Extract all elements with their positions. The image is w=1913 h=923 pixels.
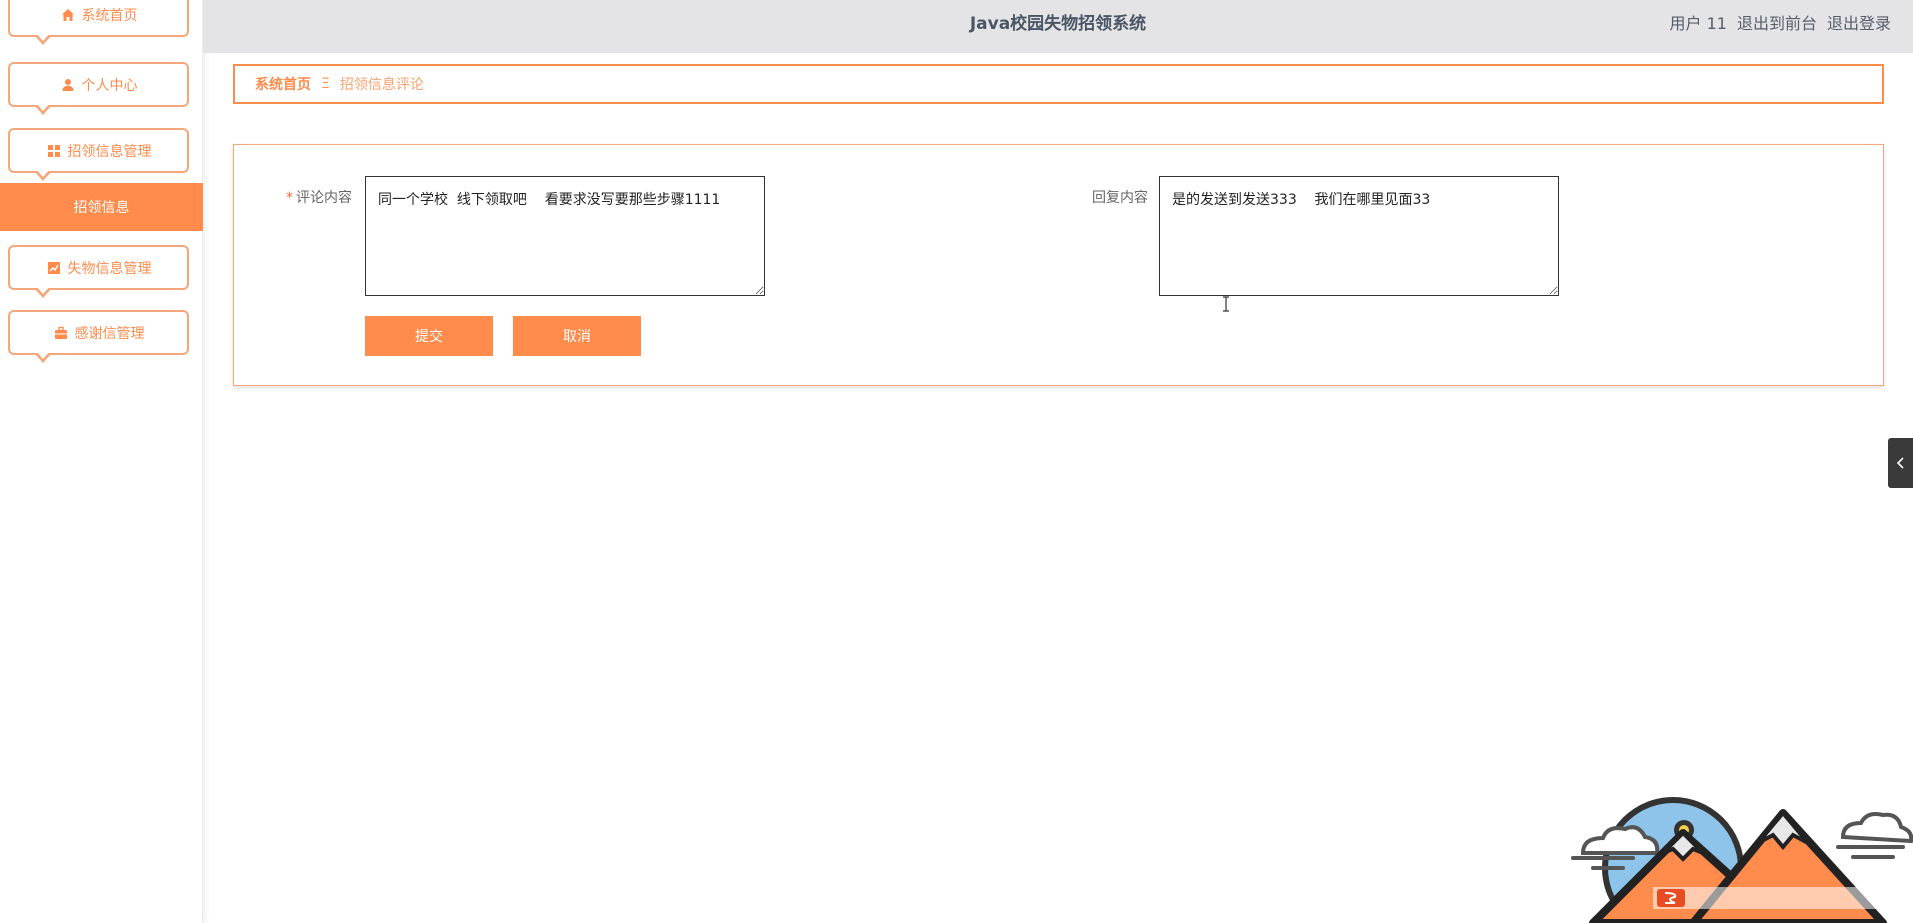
submit-button[interactable]: 提交: [365, 316, 493, 356]
chevron-left-icon: [1896, 454, 1906, 473]
reply-textarea[interactable]: 是的发送到发送333 我们在哪里见面33: [1159, 176, 1559, 296]
sidebar-item-lost-manage[interactable]: 失物信息管理: [8, 245, 189, 298]
callout-tail: [34, 103, 52, 115]
breadcrumb-separator: Ξ: [321, 76, 330, 92]
comment-label: * 评论内容: [286, 190, 352, 206]
mountain-illustration: [1571, 797, 1913, 923]
reply-label: 回复内容: [1092, 190, 1148, 206]
exit-to-front-link[interactable]: 退出到前台: [1737, 0, 1817, 48]
callout-tail: [34, 351, 52, 363]
chart-icon: [46, 260, 62, 276]
header-user-area: 用户 11 退出到前台 退出登录: [1670, 0, 1891, 48]
breadcrumb-current: 招领信息评论: [339, 77, 424, 93]
top-header: Java校园失物招领系统 用户 11 退出到前台 退出登录: [203, 0, 1913, 53]
callout-tail: [34, 286, 52, 298]
sidebar: 系统首页 个人中心 招领信息管理 招领信息 失物信息管理 感谢信管理: [0, 0, 203, 923]
collapse-tab[interactable]: [1888, 438, 1913, 488]
required-mark: *: [286, 190, 293, 206]
sidebar-item-profile[interactable]: 个人中心: [8, 62, 189, 115]
user-label: 用户 11: [1669, 14, 1727, 33]
home-icon: [60, 7, 76, 23]
logout-link[interactable]: 退出登录: [1827, 0, 1891, 48]
sidebar-item-thanks-manage[interactable]: 感谢信管理: [8, 310, 189, 363]
grid-icon: [46, 143, 62, 159]
sidebar-item-label: 个人中心: [81, 77, 138, 94]
app-title: Java校园失物招领系统: [969, 14, 1147, 34]
sidebar-item-found-manage[interactable]: 招领信息管理: [8, 128, 189, 181]
sidebar-item-label: 失物信息管理: [67, 260, 152, 277]
briefcase-icon: [53, 325, 69, 341]
comment-textarea[interactable]: 同一个学校 线下领取吧 看要求没写要那些步骤1111: [365, 176, 765, 296]
sidebar-item-home[interactable]: 系统首页: [8, 0, 189, 45]
sidebar-item-label: 招领信息管理: [67, 143, 152, 160]
comment-form-panel: * 评论内容 同一个学校 线下领取吧 看要求没写要那些步骤1111 回复内容 是的…: [233, 144, 1884, 386]
submenu-item-label: 招领信息: [73, 200, 130, 216]
breadcrumb: 系统首页 Ξ 招领信息评论: [233, 64, 1884, 104]
callout-tail: [34, 33, 52, 45]
user-icon: [60, 77, 76, 93]
callout-tail: [34, 169, 52, 181]
sidebar-item-label: 系统首页: [81, 7, 138, 24]
sidebar-item-label: 感谢信管理: [74, 325, 145, 342]
breadcrumb-home[interactable]: 系统首页: [255, 74, 311, 94]
text-cursor-icon: [1222, 296, 1230, 316]
submenu-item-found-info[interactable]: 招领信息: [0, 183, 203, 231]
cancel-button[interactable]: 取消: [513, 316, 641, 356]
